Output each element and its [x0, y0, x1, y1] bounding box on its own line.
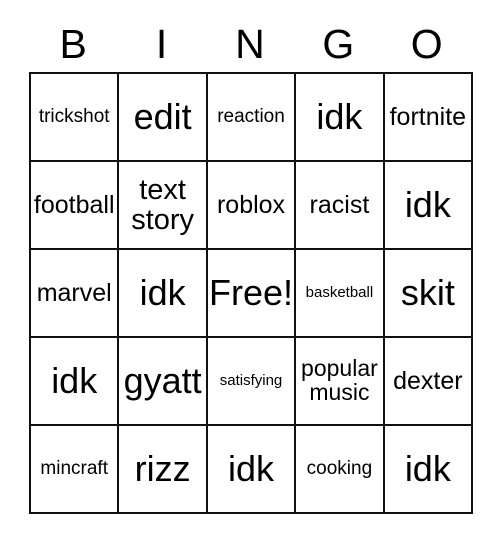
- bingo-cell-label: cooking: [306, 458, 373, 480]
- bingo-cell[interactable]: idk: [384, 426, 474, 514]
- bingo-grid: trickshot edit reaction idk fortnite foo…: [29, 72, 474, 514]
- bingo-card: B I N G O trickshot edit reaction idk fo…: [29, 16, 474, 514]
- bingo-cell-label: racist: [309, 191, 370, 219]
- bingo-cell-label: skit: [400, 272, 455, 314]
- bingo-cell[interactable]: basketball: [296, 250, 385, 338]
- bingo-row: marvel idk Free! basketball skit: [31, 250, 474, 338]
- bingo-cell-label: Free!: [209, 272, 294, 314]
- bingo-cell-label: idk: [316, 96, 363, 138]
- bingo-header-letter-o: O: [410, 20, 443, 67]
- bingo-cell-label: rizz: [134, 448, 191, 490]
- bingo-header-letter-b: B: [59, 20, 87, 67]
- bingo-cell[interactable]: cooking: [296, 426, 385, 514]
- bingo-cell[interactable]: idk: [119, 250, 208, 338]
- bingo-cell-label: idk: [51, 360, 98, 402]
- bingo-header-letter-n: N: [235, 20, 265, 67]
- bingo-cell[interactable]: idk: [207, 426, 297, 514]
- bingo-cell-label: basketball: [305, 284, 374, 302]
- bingo-cell[interactable]: edit: [119, 74, 208, 162]
- bingo-cell[interactable]: satisfying: [207, 338, 297, 426]
- bingo-cell-label: edit: [133, 96, 192, 138]
- bingo-cell[interactable]: gyatt: [119, 338, 208, 426]
- bingo-cell[interactable]: skit: [384, 250, 474, 338]
- bingo-header-row: B I N G O: [29, 16, 471, 72]
- bingo-cell[interactable]: idk: [31, 338, 120, 426]
- bingo-row: trickshot edit reaction idk fortnite: [31, 74, 474, 162]
- bingo-cell-label: idk: [404, 448, 451, 490]
- bingo-cell-free-space[interactable]: Free!: [207, 250, 297, 338]
- bingo-row: mincraft rizz idk cooking idk: [31, 426, 474, 514]
- bingo-cell-label: idk: [404, 184, 451, 226]
- bingo-cell[interactable]: trickshot: [31, 74, 120, 162]
- bingo-cell-label: idk: [139, 272, 186, 314]
- bingo-cell[interactable]: mincraft: [31, 426, 120, 514]
- bingo-cell[interactable]: fortnite: [384, 74, 474, 162]
- bingo-cell-label: idk: [228, 448, 275, 490]
- bingo-cell[interactable]: popular music: [296, 338, 385, 426]
- bingo-cell[interactable]: dexter: [384, 338, 474, 426]
- bingo-cell[interactable]: roblox: [207, 162, 297, 250]
- bingo-cell-label: popular music: [301, 355, 378, 405]
- bingo-cell-label: football: [33, 191, 115, 219]
- bingo-cell-label: trickshot: [38, 106, 110, 128]
- bingo-cell[interactable]: racist: [296, 162, 385, 250]
- bingo-cell-label: mincraft: [40, 458, 108, 480]
- bingo-cell-label: dexter: [393, 367, 463, 395]
- bingo-cell-label: roblox: [216, 191, 286, 219]
- bingo-cell[interactable]: idk: [296, 74, 385, 162]
- bingo-cell-label: reaction: [217, 106, 285, 128]
- bingo-cell[interactable]: idk: [384, 162, 474, 250]
- bingo-header-letter-g: G: [322, 20, 355, 67]
- bingo-cell[interactable]: reaction: [207, 74, 297, 162]
- bingo-row: football text story roblox racist idk: [31, 162, 474, 250]
- bingo-cell[interactable]: text story: [119, 162, 208, 250]
- bingo-cell-label: text story: [131, 173, 195, 236]
- bingo-cell[interactable]: football: [31, 162, 120, 250]
- bingo-row: idk gyatt satisfying popular music dexte…: [31, 338, 474, 426]
- bingo-cell-label: marvel: [36, 279, 112, 307]
- bingo-cell-label: gyatt: [123, 360, 202, 402]
- bingo-header-letter-i: I: [155, 20, 168, 67]
- bingo-cell[interactable]: rizz: [119, 426, 208, 514]
- bingo-cell-label: fortnite: [389, 103, 467, 131]
- bingo-cell-label: satisfying: [219, 372, 283, 390]
- bingo-cell[interactable]: marvel: [31, 250, 120, 338]
